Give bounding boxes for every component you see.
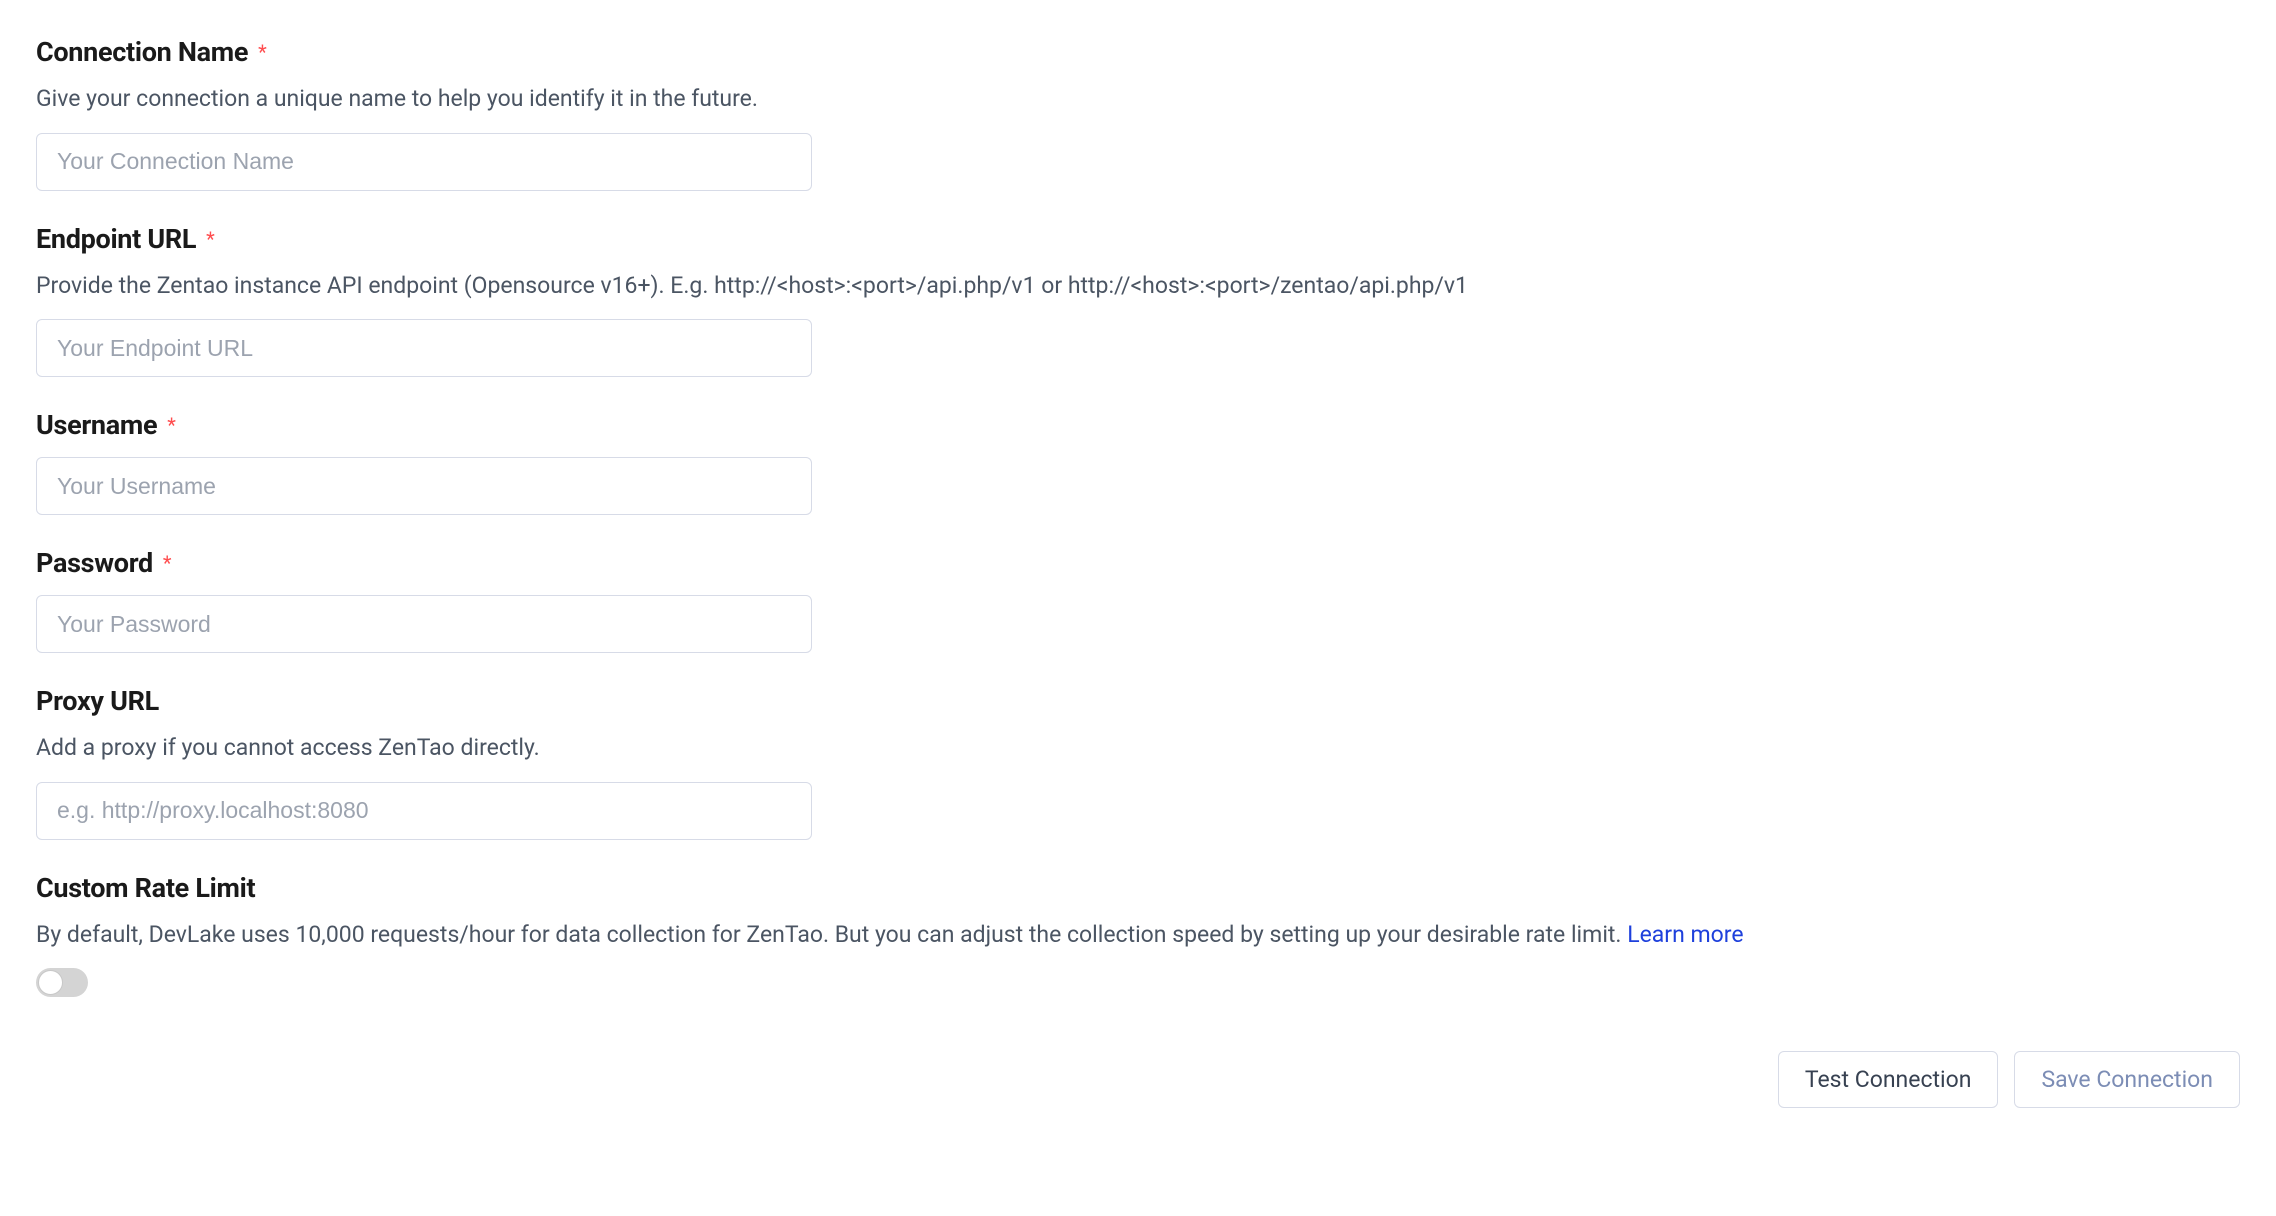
endpoint-url-sublabel: Provide the Zentao instance API endpoint… [36, 269, 2240, 304]
required-star-icon: * [167, 413, 176, 437]
proxy-url-sublabel: Add a proxy if you cannot access ZenTao … [36, 731, 2240, 766]
rate-limit-toggle[interactable] [36, 968, 88, 997]
learn-more-link[interactable]: Learn more [1627, 921, 1743, 948]
password-group: Password * [36, 547, 2240, 653]
rate-limit-group: Custom Rate Limit By default, DevLake us… [36, 872, 2240, 1002]
endpoint-url-label: Endpoint URL [36, 223, 196, 255]
username-group: Username * [36, 409, 2240, 515]
endpoint-url-group: Endpoint URL * Provide the Zentao instan… [36, 223, 2240, 378]
rate-limit-sublabel: By default, DevLake uses 10,000 requests… [36, 918, 2240, 953]
toggle-knob-icon [38, 970, 63, 995]
required-star-icon: * [206, 227, 215, 251]
proxy-url-group: Proxy URL Add a proxy if you cannot acce… [36, 685, 2240, 840]
rate-limit-sublabel-text: By default, DevLake uses 10,000 requests… [36, 921, 1627, 948]
required-star-icon: * [163, 551, 172, 575]
connection-name-sublabel: Give your connection a unique name to he… [36, 82, 2240, 117]
connection-name-input[interactable] [36, 133, 812, 191]
username-label: Username [36, 409, 157, 441]
password-input[interactable] [36, 595, 812, 653]
required-star-icon: * [258, 40, 267, 64]
rate-limit-label: Custom Rate Limit [36, 872, 255, 904]
proxy-url-label: Proxy URL [36, 685, 159, 717]
button-row: Test Connection Save Connection [36, 1051, 2240, 1108]
connection-name-group: Connection Name * Give your connection a… [36, 36, 2240, 191]
save-connection-button[interactable]: Save Connection [2014, 1051, 2240, 1108]
connection-name-label: Connection Name [36, 36, 248, 68]
password-label: Password [36, 547, 153, 579]
test-connection-button[interactable]: Test Connection [1778, 1051, 1999, 1108]
username-input[interactable] [36, 457, 812, 515]
proxy-url-input[interactable] [36, 782, 812, 840]
endpoint-url-input[interactable] [36, 319, 812, 377]
